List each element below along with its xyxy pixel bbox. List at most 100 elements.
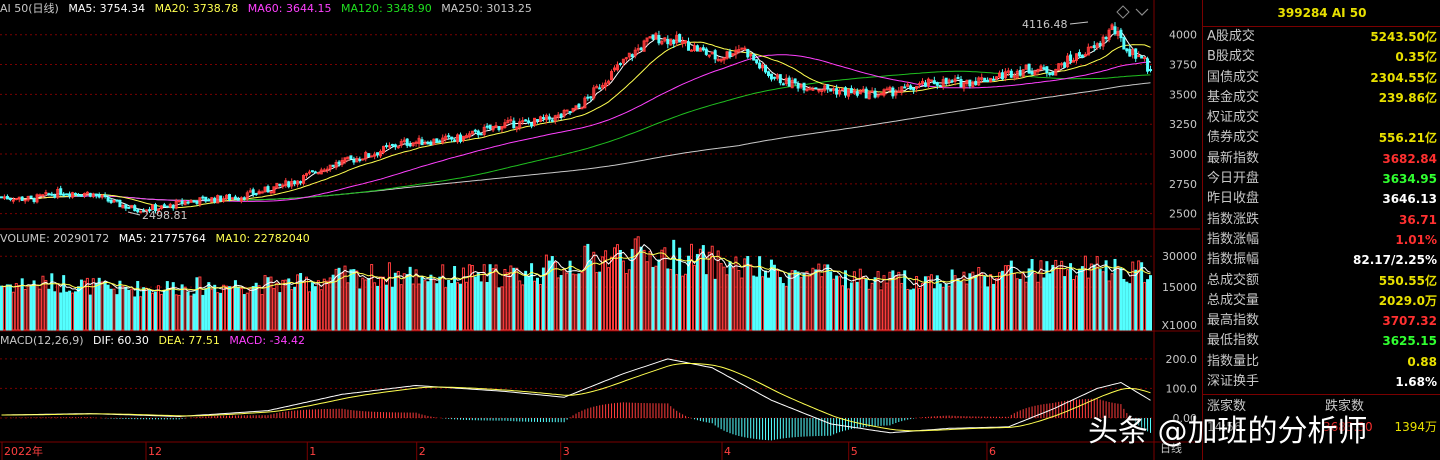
macd-dea-line: [1, 362, 1151, 432]
candle-body: [864, 88, 868, 99]
candle-body: [716, 58, 720, 61]
dea-value: DEA: 77.51: [158, 334, 220, 347]
volume-bar: [778, 277, 782, 331]
candle-body: [639, 47, 643, 51]
kline-chart-area[interactable]: 4000 3750 3500 3250 3000 2750 2500 30000 15000 X1…: [0, 0, 1200, 460]
candle-body: [337, 161, 341, 165]
volume-bar: [1021, 271, 1025, 331]
volume-bar: [376, 285, 380, 331]
volume-bar: [574, 274, 578, 331]
price-tick-label: 2750: [1169, 178, 1197, 191]
candle-body: [14, 198, 18, 201]
volume-bar: [476, 272, 480, 331]
volume-bar: [722, 266, 726, 331]
volume-bar: [1146, 279, 1150, 331]
candle-body: [74, 192, 78, 195]
quote-row: 最高指数 3707.32: [1203, 311, 1440, 331]
volume-bar: [864, 278, 868, 331]
volume-bar: [382, 276, 386, 331]
candle-body: [390, 143, 394, 146]
volume-bar: [1036, 281, 1040, 331]
quote-label: B股成交: [1207, 49, 1255, 65]
volume-bar: [829, 271, 833, 331]
volume-bar: [660, 249, 664, 331]
volume-bar: [109, 288, 113, 331]
candle-body: [429, 141, 433, 146]
volume-bar: [153, 291, 157, 331]
candle-body: [929, 79, 933, 82]
candle-body: [453, 139, 457, 142]
volume-bar: [299, 272, 303, 331]
volume-bar: [612, 247, 616, 331]
volume-bar: [793, 270, 797, 331]
volume-bar: [820, 276, 824, 331]
candle-body: [94, 193, 98, 197]
candle-body: [986, 79, 990, 83]
candle-body: [127, 206, 131, 209]
volume-bar: [180, 284, 184, 331]
volume-bar: [1054, 259, 1058, 331]
volume-bar: [598, 271, 602, 331]
candle-body: [367, 153, 371, 158]
candle-body: [1149, 69, 1153, 72]
candle-body: [1080, 54, 1084, 58]
macd-value: MACD: -34.42: [229, 334, 306, 347]
price-header: AI 50(日线) MA5: 3754.34 MA20: 3738.78 MA6…: [0, 0, 538, 18]
volume-bar: [983, 275, 987, 331]
candle-body: [541, 117, 545, 120]
candle-body: [1140, 55, 1144, 59]
price-tick-label: 3000: [1169, 148, 1197, 161]
volume-bar: [1024, 281, 1028, 331]
quote-value: 3646.13: [1382, 192, 1437, 207]
volume-bar: [198, 276, 202, 331]
quote-label: A股成交: [1207, 29, 1255, 44]
volume-bar: [352, 269, 356, 331]
volume-bar: [885, 282, 889, 331]
candle-body: [1098, 42, 1102, 47]
volume-bar: [124, 286, 128, 331]
quote-label: 总成交额: [1207, 272, 1260, 288]
volume-bar: [242, 294, 246, 331]
volume-bar: [506, 272, 510, 331]
volume-bar: [1027, 268, 1031, 331]
volume-bar: [684, 273, 688, 331]
candle-body: [219, 195, 223, 202]
volume-bar: [962, 271, 966, 331]
volume-bar: [225, 285, 229, 331]
volume-bar: [71, 292, 75, 331]
volume-tick-label: 15000: [1162, 281, 1197, 294]
volume-bar: [53, 291, 57, 331]
volume-bar: [470, 264, 474, 331]
volume-bar: [1086, 277, 1090, 331]
volume-bar: [518, 280, 522, 331]
candle-body: [447, 135, 451, 138]
volume-bar: [467, 264, 471, 331]
volume-bar: [396, 271, 400, 331]
volume-bar: [669, 269, 673, 331]
candle-body: [88, 192, 92, 197]
candle-body: [171, 204, 175, 209]
volume-bar: [1015, 278, 1019, 331]
volume-bar: [784, 285, 788, 331]
quote-row: 指数涨跌 36.71: [1203, 210, 1440, 230]
volume-bar: [420, 276, 424, 331]
volume-bar: [1060, 260, 1064, 331]
volume-bar: [740, 277, 744, 331]
volume-bar: [59, 292, 63, 331]
volume-bar: [974, 275, 978, 331]
volume-bar: [1083, 255, 1087, 331]
volume-bar: [752, 275, 756, 331]
volume-bar: [384, 284, 388, 331]
macd-tick-label: 100.0: [1166, 382, 1198, 395]
volume-bar: [340, 272, 344, 331]
volume-bar: [799, 277, 803, 331]
volume-bar: [88, 294, 92, 331]
volume-bar: [94, 283, 98, 331]
candle-body: [512, 120, 516, 129]
volume-bar: [263, 275, 267, 331]
volume-bar: [1116, 265, 1120, 331]
volume-bar: [29, 284, 33, 331]
volume-bar: [429, 274, 433, 331]
volume-bar: [630, 248, 634, 331]
candle-body: [713, 50, 717, 60]
